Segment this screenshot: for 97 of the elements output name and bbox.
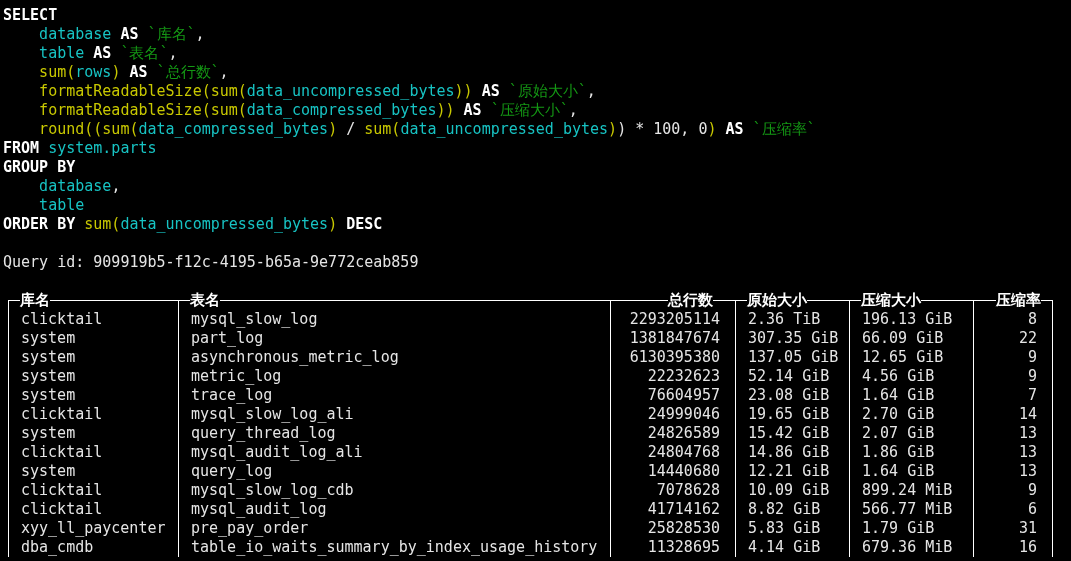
table-cell: query_log (191, 462, 273, 480)
table-cell: trace_log (191, 386, 273, 404)
table-cell: 1.64 GiB (862, 462, 935, 480)
column-header: 库名 (20, 290, 50, 310)
table-cell: system (21, 348, 76, 366)
table-cell: dba_cmdb (21, 538, 94, 556)
table-cell: table_io_waits_summary_by_index_usage_history (191, 538, 598, 556)
table-cell: system (21, 424, 76, 442)
table-cell: system (21, 367, 76, 385)
table-cell: 25828530 (647, 519, 720, 537)
table-cell: 22 (1018, 329, 1037, 347)
sql-line: database AS `库名`, (38, 25, 205, 44)
table-cell: part_log (191, 329, 264, 347)
table-cell: 6 (1027, 500, 1037, 518)
table-cell: 899.24 MiB (862, 481, 953, 499)
table-cell: 19.65 GiB (748, 405, 830, 423)
sql-line: database, (38, 177, 121, 196)
sql-line: GROUP BY (3, 158, 76, 177)
table-cell: clicktail (21, 405, 103, 423)
table-cell: 679.36 MiB (862, 538, 953, 556)
table-cell: mysql_audit_log_ali (191, 443, 363, 461)
table-cell: 4.56 GiB (862, 367, 935, 385)
sql-line: ORDER BY sum(data_uncompressed_bytes) DESC (3, 215, 383, 234)
table-cell: 12.21 GiB (748, 462, 830, 480)
table-cell: 16 (1018, 538, 1037, 556)
table-cell: 52.14 GiB (748, 367, 830, 385)
table-cell: 307.35 GiB (748, 329, 839, 347)
column-header: 总行数 (668, 290, 713, 310)
column-header: 压缩率 (996, 290, 1041, 310)
table-cell: 2.36 TiB (748, 310, 821, 328)
table-cell: 24999046 (647, 405, 720, 423)
table-cell: 76604957 (647, 386, 720, 404)
table-cell: 6130395380 (629, 348, 720, 366)
table-cell: 9 (1027, 367, 1037, 385)
table-cell: 1.64 GiB (862, 386, 935, 404)
table-cell: system (21, 386, 76, 404)
table-cell: 7 (1027, 386, 1037, 404)
table-cell: 13 (1018, 443, 1037, 461)
table-cell: clicktail (21, 443, 103, 461)
table-cell: mysql_slow_log (191, 310, 318, 328)
table-cell: 8 (1027, 310, 1037, 328)
query-id: Query id: 909919b5-f12c-4195-b65a-9e772ceab859 (3, 253, 419, 272)
sql-line: round((sum(data_compressed_bytes) / sum(data_uncompressed_bytes)) * 100, 0) AS `压缩率` (38, 120, 816, 139)
table-cell: 22232623 (647, 367, 720, 385)
table-cell: mysql_slow_log_cdb (191, 481, 354, 499)
table-cell: 31 (1018, 519, 1037, 537)
table-cell: 14.86 GiB (748, 443, 830, 461)
table-cell: pre_pay_order (191, 519, 309, 537)
table-cell: 566.77 MiB (862, 500, 953, 518)
table-cell: 23.08 GiB (748, 386, 830, 404)
table-cell: 137.05 GiB (748, 348, 839, 366)
table-cell: clicktail (21, 310, 103, 328)
table-cell: 1.86 GiB (862, 443, 935, 461)
sql-line: formatReadableSize(sum(data_compressed_bytes)) AS `压缩大小`, (38, 101, 578, 120)
table-cell: 24804768 (647, 443, 720, 461)
table-cell: system (21, 329, 76, 347)
table-cell: 12.65 GiB (862, 348, 944, 366)
table-cell: 2.70 GiB (862, 405, 935, 423)
table-cell: 2.07 GiB (862, 424, 935, 442)
table-cell: 14 (1018, 405, 1037, 423)
table-cell: asynchronous_metric_log (191, 348, 399, 366)
table-cell: 1381847674 (629, 329, 720, 347)
sql-line: table AS `表名`, (38, 44, 178, 63)
sql-line: table (38, 196, 85, 215)
table-cell: 2293205114 (629, 310, 720, 328)
table-cell: mysql_audit_log (191, 500, 327, 518)
table-cell: 66.09 GiB (862, 329, 944, 347)
table-cell: 10.09 GiB (748, 481, 830, 499)
table-cell: 196.13 GiB (862, 310, 953, 328)
table-cell: 1.79 GiB (862, 519, 935, 537)
sql-line: FROM system.parts (3, 139, 157, 158)
table-cell: 7078628 (656, 481, 720, 499)
table-cell: 13 (1018, 424, 1037, 442)
column-header: 表名 (190, 290, 220, 310)
sql-line: formatReadableSize(sum(data_uncompressed_bytes)) AS `原始大小`, (38, 82, 596, 101)
table-cell: 14440680 (647, 462, 720, 480)
table-cell: 5.83 GiB (748, 519, 821, 537)
table-cell: clicktail (21, 500, 103, 518)
table-cell: query_thread_log (191, 424, 336, 442)
table-cell: 9 (1027, 481, 1037, 499)
table-cell: 4.14 GiB (748, 538, 821, 556)
table-cell: mysql_slow_log_ali (191, 405, 354, 423)
table-cell: 24826589 (647, 424, 720, 442)
column-header: 压缩大小 (861, 290, 921, 310)
column-header: 原始大小 (747, 290, 807, 310)
table-cell: 11328695 (647, 538, 720, 556)
table-cell: system (21, 462, 76, 480)
table-cell: 9 (1027, 348, 1037, 366)
table-cell: 15.42 GiB (748, 424, 830, 442)
sql-line: sum(rows) AS `总行数`, (38, 63, 229, 82)
table-cell: clicktail (21, 481, 103, 499)
table-cell: 8.82 GiB (748, 500, 821, 518)
sql-line: SELECT (3, 6, 58, 25)
table-cell: xyy_ll_paycenter (21, 519, 166, 537)
table-cell: 41714162 (647, 500, 720, 518)
table-cell: metric_log (191, 367, 282, 385)
table-cell: 13 (1018, 462, 1037, 480)
